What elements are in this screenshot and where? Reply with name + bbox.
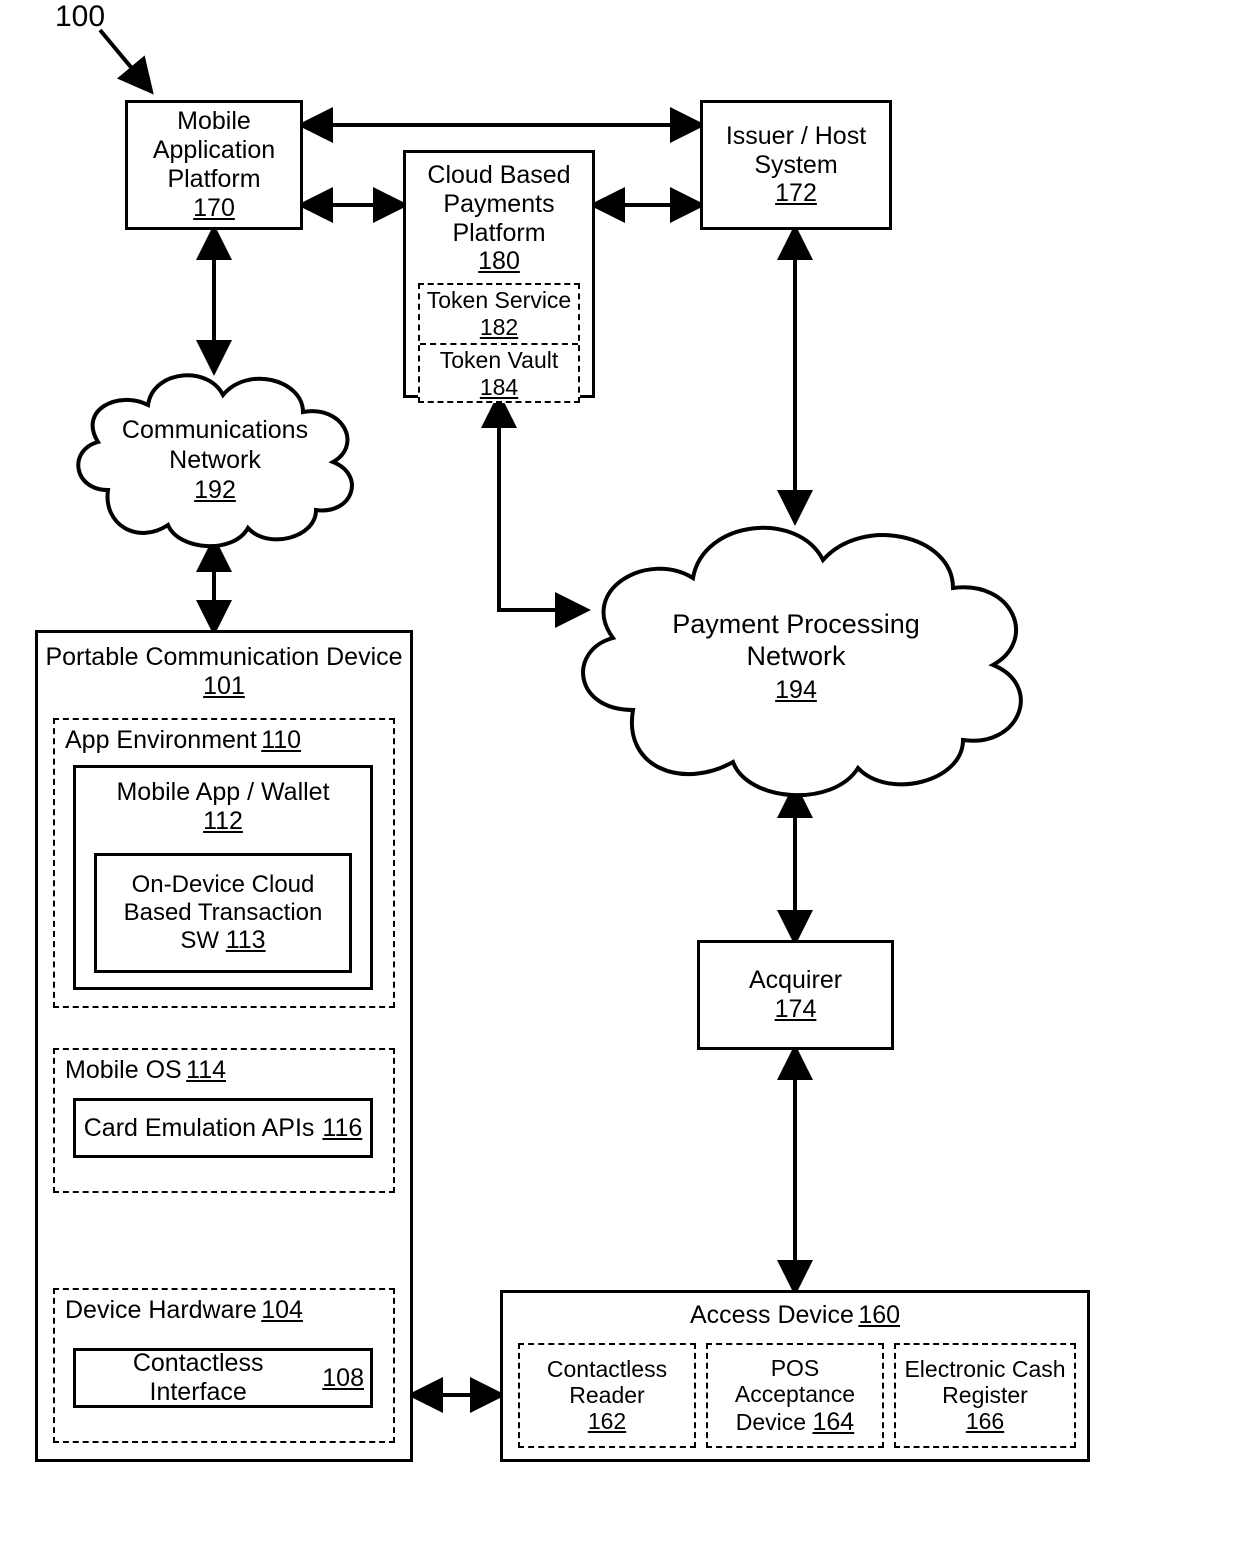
node-number: 174 <box>775 995 817 1024</box>
node-number: 180 <box>478 247 520 275</box>
cloud-number: 192 <box>194 476 236 504</box>
node-label: Issuer / Host System <box>709 122 883 180</box>
node-mobile-app-wallet: Mobile App / Wallet 112 On-Device Cloud … <box>73 765 373 990</box>
node-portable-communication-device: Portable Communication Device 101 App En… <box>35 630 413 1462</box>
node-label: POS Acceptance Device 164 <box>714 1355 876 1437</box>
node-card-emulation-apis: Card Emulation APIs 116 <box>73 1098 373 1158</box>
node-label: Mobile OS <box>65 1056 182 1084</box>
node-label: On-Device Cloud Based Transaction SW 113 <box>103 871 343 955</box>
node-device-hardware: Device Hardware 104 Contactless Interfac… <box>53 1288 395 1443</box>
node-mobile-os: Mobile OS 114 Card Emulation APIs 116 <box>53 1048 395 1193</box>
cloud-comm-text: Communications Network 192 <box>95 415 335 505</box>
node-label: Cloud Based Payments Platform <box>427 161 570 247</box>
node-number: 114 <box>186 1056 226 1084</box>
node-label: App Environment <box>65 726 257 754</box>
token-vault-label: Token Vault <box>440 347 558 373</box>
node-label: Acquirer <box>749 966 842 995</box>
node-electronic-cash-register: Electronic Cash Register 166 <box>894 1343 1076 1448</box>
node-number: 104 <box>261 1296 303 1324</box>
node-token-box: Token Service 182 Token Vault 184 <box>418 283 580 403</box>
token-vault-number: 184 <box>480 374 518 401</box>
token-service-number: 182 <box>480 314 518 340</box>
node-number: 101 <box>203 672 245 700</box>
figure-ref-label: 100 <box>55 0 105 34</box>
node-number: 166 <box>966 1408 1004 1435</box>
node-number: 160 <box>858 1301 900 1329</box>
node-access-device: Access Device 160 Contactless Reader 162… <box>500 1290 1090 1462</box>
node-number: 170 <box>193 194 235 223</box>
node-pos-acceptance-device: POS Acceptance Device 164 <box>706 1343 884 1448</box>
node-number: 172 <box>775 179 817 208</box>
token-service-label: Token Service <box>427 287 571 313</box>
node-issuer-host-system: Issuer / Host System 172 <box>700 100 892 230</box>
cloud-label: Communications Network <box>122 416 308 474</box>
node-acquirer: Acquirer 174 <box>697 940 894 1050</box>
node-label: Access Device <box>690 1301 854 1329</box>
node-number: 116 <box>322 1114 362 1143</box>
node-label: Device Hardware <box>65 1296 257 1324</box>
node-label: Contactless Reader <box>526 1356 688 1409</box>
node-number: 162 <box>588 1408 626 1435</box>
node-label: Contactless Interface <box>82 1349 314 1407</box>
node-app-environment: App Environment 110 Mobile App / Wallet … <box>53 718 395 1008</box>
node-contactless-reader: Contactless Reader 162 <box>518 1343 696 1448</box>
node-number: 112 <box>203 807 243 835</box>
node-number: 110 <box>261 726 301 754</box>
node-label: Mobile Application Platform <box>134 107 294 193</box>
cloud-ppn-text: Payment Processing Network 194 <box>640 608 952 705</box>
node-on-device-cloud-based-transaction-sw: On-Device Cloud Based Transaction SW 113 <box>94 853 352 973</box>
cloud-label: Payment Processing Network <box>672 609 920 671</box>
cloud-number: 194 <box>775 676 817 704</box>
node-label: Mobile App / Wallet <box>116 778 329 806</box>
node-contactless-interface: Contactless Interface 108 <box>73 1348 373 1408</box>
node-label: Electronic Cash Register <box>902 1356 1068 1409</box>
node-label: Portable Communication Device <box>45 643 402 671</box>
node-mobile-application-platform: Mobile Application Platform 170 <box>125 100 303 230</box>
node-cloud-based-payments-platform: Cloud Based Payments Platform 180 Token … <box>403 150 595 398</box>
node-number: 108 <box>322 1364 364 1393</box>
node-label: Card Emulation APIs <box>84 1114 315 1143</box>
